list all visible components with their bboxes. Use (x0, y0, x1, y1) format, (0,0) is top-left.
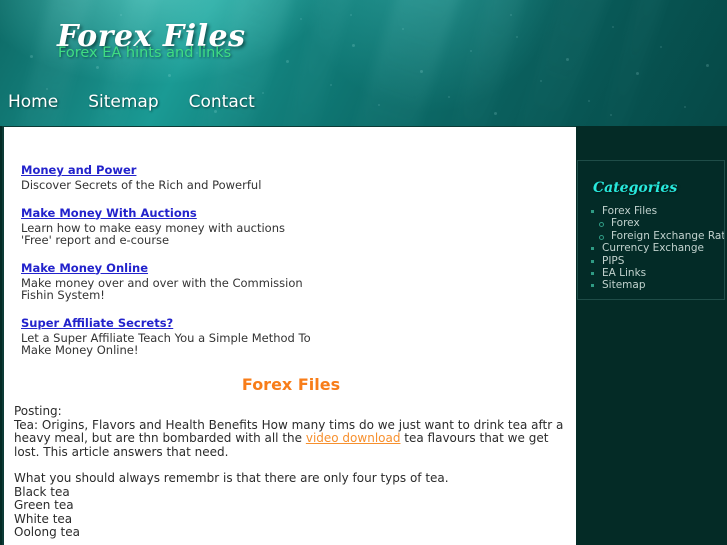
bubble (610, 114, 612, 116)
bubble (636, 72, 639, 75)
tea-type-3: White tea (14, 511, 73, 526)
sponsored-description-line: Discover Secrets of the Rich and Powerfu… (21, 178, 262, 192)
sponsored-link[interactable]: Make Money Online (21, 261, 148, 275)
sponsored-link[interactable]: Money and Power (21, 163, 136, 177)
article-paragraph-1: Posting: Tea: Origins, Flavors and Healt… (14, 404, 572, 459)
sponsored-link-description: Learn how to make easy money with auctio… (21, 221, 441, 247)
sponsored-description-line: 'Free' report and e-course (21, 233, 170, 247)
bubble (402, 28, 404, 30)
sponsored-link[interactable]: Super Affiliate Secrets? (21, 316, 173, 330)
article-p2-text: What you should always remembr is that t… (14, 471, 449, 485)
light-ray (331, 0, 469, 126)
bullet-icon (599, 222, 604, 228)
sponsored-link-item: Make Money Online Make money over and ov… (21, 257, 441, 302)
bubble (300, 18, 302, 20)
video-download-link[interactable]: video download (306, 431, 401, 445)
bubble (566, 58, 569, 61)
article-title: Forex Files (241, 375, 341, 394)
sidebar-item-sitemap[interactable]: Sitemap (586, 279, 724, 291)
sponsored-link-description: Make money over and over with the Commis… (21, 276, 441, 302)
sidebar-item-label: PIPS (602, 254, 625, 267)
sponsored-link[interactable]: Make Money With Auctions (21, 206, 197, 220)
bubble (378, 104, 380, 106)
tea-type-1: Black tea (14, 484, 70, 499)
sponsored-description-line: Fishin System! (21, 288, 105, 302)
bullet-icon (591, 259, 594, 263)
bullet-icon (599, 234, 604, 240)
bubble (684, 106, 686, 108)
bubble (510, 14, 512, 16)
sponsored-description-line: Make Money Online! (21, 343, 139, 357)
bubble (420, 70, 423, 73)
bubble (706, 64, 709, 67)
sidebar-item-label: Currency Exchange (602, 242, 704, 255)
sidebar-item-forex-files[interactable]: Forex Files (586, 205, 724, 217)
bubble (350, 14, 352, 16)
posting-label: Posting: (14, 404, 62, 418)
sidebar-item-label: Foreign Exchange Rate (611, 229, 725, 242)
sidebar-item-ea-links[interactable]: EA Links (586, 267, 724, 279)
site-tagline: Forex EA hints and links (58, 45, 232, 61)
main-navigation: Home Sitemap Contact (8, 92, 255, 112)
sidebar-item-currency-exchange[interactable]: Currency Exchange (586, 242, 724, 254)
tea-type-2: Green tea (14, 498, 74, 512)
bubble (46, 88, 48, 90)
sidebar-category-list: Forex Files Forex Foreign Exchange Rate Cur… (586, 205, 724, 292)
bullet-icon (591, 272, 594, 276)
bullet-icon (591, 210, 594, 213)
sidebar-item-label: Forex Files (602, 205, 658, 217)
bubble (588, 100, 590, 102)
bubble (516, 36, 518, 38)
sponsored-link-description: Discover Secrets of the Rich and Powerfu… (21, 179, 441, 192)
header-banner: Forex Files Forex EA hints and links Hom… (0, 0, 727, 126)
nav-item-sitemap[interactable]: Sitemap (88, 92, 158, 112)
bubble (262, 92, 264, 94)
bubble (168, 74, 171, 77)
bullet-icon (591, 284, 594, 288)
sidebar-item-label: Forex (611, 217, 640, 230)
bullet-icon (591, 247, 594, 251)
bubble (540, 80, 542, 82)
nav-item-home[interactable]: Home (8, 92, 58, 112)
bubble (612, 26, 614, 28)
tea-type-4: Oolong tea (14, 525, 80, 539)
sidebar-item-label: Sitemap (602, 279, 646, 292)
sidebar-item-foreign-exchange-rate[interactable]: Foreign Exchange Rate (586, 230, 724, 242)
article-paragraph-2: What you should always remembr is that t… (14, 471, 572, 540)
sponsored-links-block: Money and Power Discover Secrets of the … (21, 159, 441, 367)
nav-item-contact[interactable]: Contact (189, 92, 255, 112)
sidebar-item-label: EA Links (602, 267, 647, 280)
sidebar-item-pips[interactable]: PIPS (586, 255, 724, 267)
bubble (286, 60, 289, 63)
categories-sidebar: Categories Forex Files Forex Foreign Excha… (577, 160, 725, 300)
bubble (660, 46, 662, 48)
bubble (330, 84, 332, 86)
sponsored-link-item: Make Money With Auctions Learn how to ma… (21, 202, 441, 247)
article-body: Posting: Tea: Origins, Flavors and Healt… (14, 404, 572, 545)
bubble (30, 55, 33, 58)
bubble (470, 50, 472, 52)
bubble (448, 96, 450, 98)
bubble (352, 44, 355, 47)
sponsored-link-item: Money and Power Discover Secrets of the … (21, 159, 441, 192)
bubble (494, 112, 497, 115)
sponsored-link-item: Super Affiliate Secrets? Let a Super Aff… (21, 312, 441, 357)
sidebar-title: Categories (593, 180, 678, 196)
bubble (96, 66, 99, 69)
sidebar-item-forex[interactable]: Forex (586, 217, 724, 229)
bubble (120, 14, 122, 16)
main-content-panel: Money and Power Discover Secrets of the … (2, 126, 576, 545)
sponsored-link-description: Let a Super Affiliate Teach You a Simple… (21, 331, 441, 357)
